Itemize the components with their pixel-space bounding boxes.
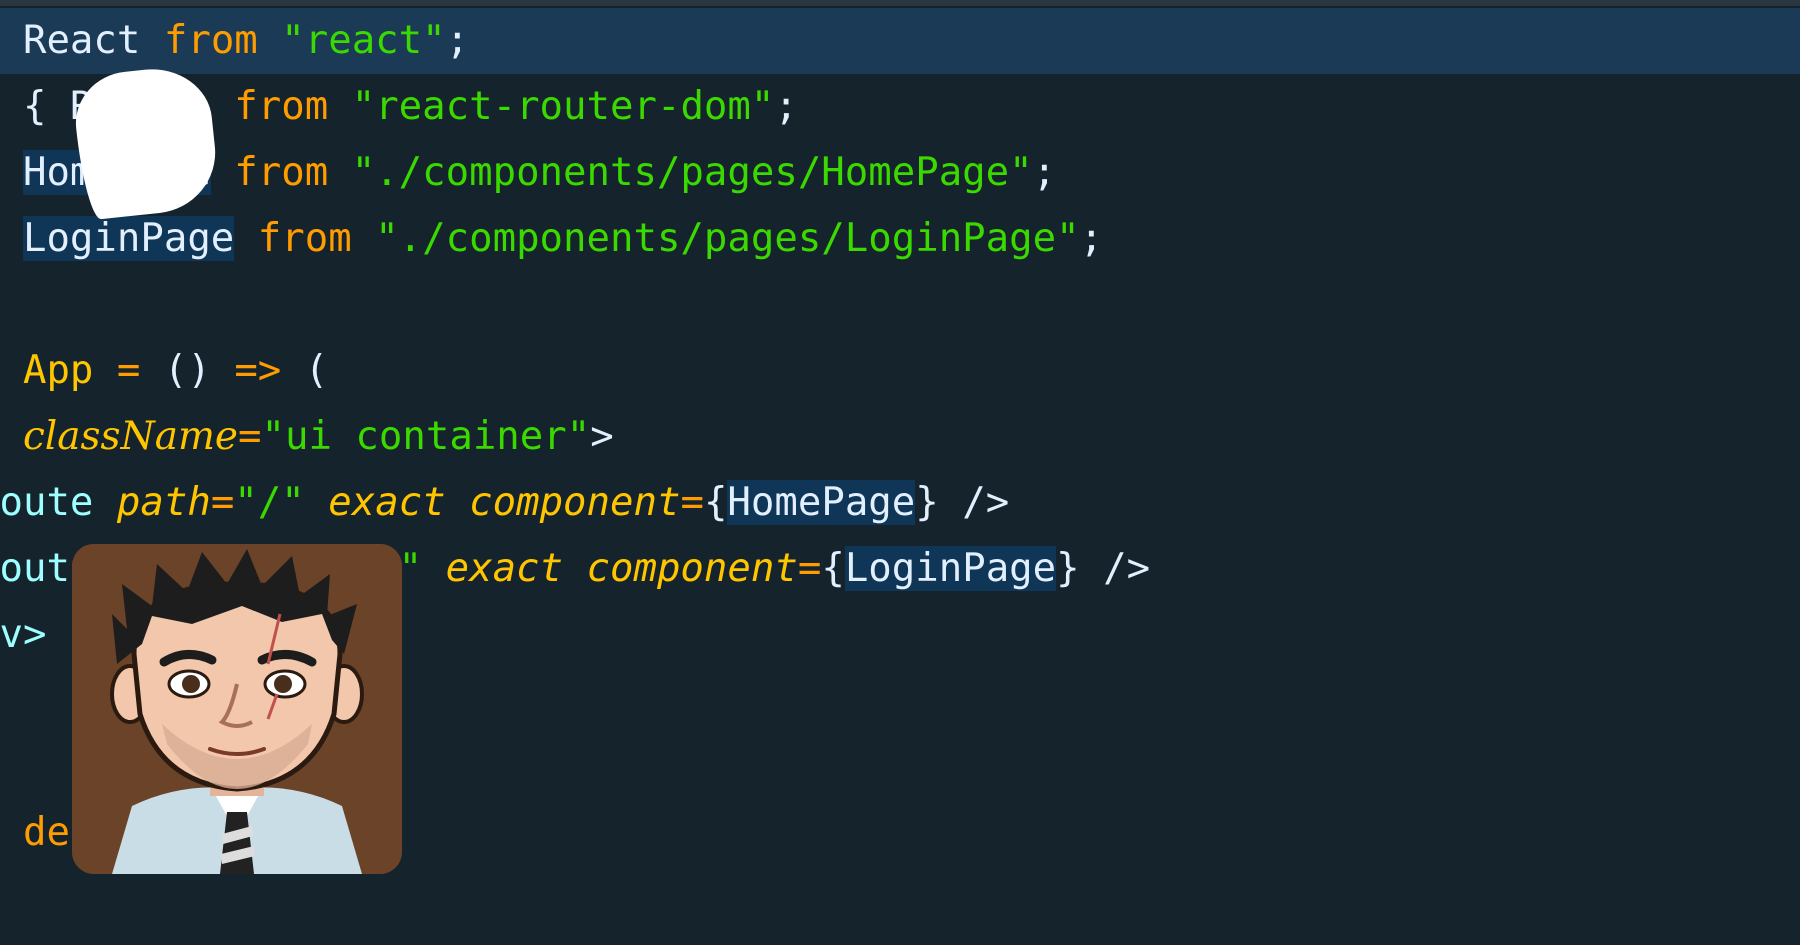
code-token: { (821, 546, 845, 591)
code-token: LoginPage (22, 216, 235, 261)
code-line[interactable] (0, 272, 1800, 338)
code-token: className (22, 414, 239, 459)
code-token: t (0, 150, 23, 195)
code-token: ( (281, 348, 329, 393)
code-token: component (586, 546, 798, 591)
code-token: t (0, 216, 23, 261)
code-line-content: Route path="/" exact component={HomePage… (0, 470, 1009, 536)
code-token: exact (422, 546, 587, 591)
code-token: () (163, 348, 235, 393)
code-token: /> (1079, 546, 1151, 591)
code-line[interactable]: Route path="/" exact component={HomePage… (0, 470, 1800, 536)
code-line[interactable]: v className="ui container"> (0, 404, 1800, 470)
code-token: component (469, 480, 681, 525)
code-line[interactable]: App = () => ( (0, 338, 1800, 404)
code-token: "/" (234, 480, 305, 525)
code-token: ; (1032, 150, 1057, 195)
avatar (72, 544, 402, 874)
code-token: from (140, 18, 282, 63)
code-line-content: t React from "react"; (0, 8, 469, 74)
code-token: } (915, 480, 939, 525)
code-token: = (797, 546, 822, 591)
code-line[interactable]: t LoginPage from "./components/pages/Log… (0, 206, 1800, 272)
code-line-content: App = () => ( (0, 338, 328, 404)
code-token: "./components/pages/HomePage" (351, 150, 1033, 195)
code-token: path (116, 480, 211, 525)
code-token: App (22, 348, 94, 393)
code-token: "react-router-dom" (351, 84, 775, 129)
code-editor[interactable]: t React from "react";t { Rout } from "re… (0, 0, 1800, 945)
code-line-content: v className="ui container"> (0, 404, 614, 470)
code-line-content: iv> (0, 602, 46, 668)
code-token: } (1056, 546, 1080, 591)
code-line[interactable]: t { Rout } from "react-router-dom"; (0, 74, 1800, 140)
code-token: v (0, 414, 23, 459)
code-token: > (590, 414, 614, 459)
code-token: from (234, 216, 376, 261)
code-token: React (22, 18, 141, 63)
code-token: t (0, 84, 23, 129)
code-token: ; (774, 84, 798, 129)
code-token: Route (0, 480, 94, 525)
code-token: from (210, 150, 352, 195)
editor-top-border (0, 0, 1800, 6)
code-token: "react" (281, 18, 446, 63)
code-token: "./components/pages/LoginPage" (375, 216, 1080, 261)
code-token: ; (445, 18, 470, 63)
code-token: HomePage (727, 480, 916, 525)
code-token: = (680, 480, 704, 525)
code-token: { (22, 84, 70, 129)
code-token: iv> (0, 612, 47, 657)
code-token: => (234, 348, 282, 393)
code-token: "ui container" (261, 414, 591, 459)
code-token: = (210, 480, 235, 525)
code-token: /> (938, 480, 1010, 525)
code-token: = (238, 414, 262, 459)
code-token: t (0, 810, 23, 855)
code-token: from (210, 84, 352, 129)
code-token: exact (304, 480, 470, 525)
code-line[interactable]: t HomePage from "./components/pages/Home… (0, 140, 1800, 206)
code-line-content: t LoginPage from "./components/pages/Log… (0, 206, 1103, 272)
code-token: { (703, 480, 728, 525)
code-token: = (93, 348, 164, 393)
code-token: ; (1079, 216, 1104, 261)
code-line[interactable]: t React from "react"; (0, 8, 1800, 74)
cartoon-man-avatar-icon (72, 544, 402, 874)
code-token: LoginPage (844, 546, 1057, 591)
code-token: t (0, 18, 23, 63)
